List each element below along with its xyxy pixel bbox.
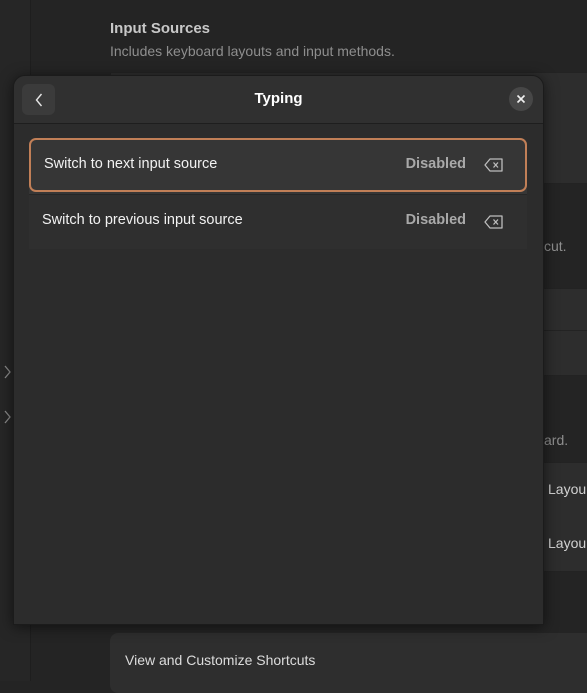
backspace-icon[interactable] — [484, 158, 504, 172]
shortcut-list: Switch to next input source Disabled Swi… — [29, 138, 527, 249]
shortcut-row-next-input-source[interactable]: Switch to next input source Disabled — [29, 138, 527, 192]
shortcut-label: Switch to previous input source — [42, 212, 243, 228]
input-sources-title: Input Sources — [110, 20, 211, 37]
close-button[interactable] — [509, 87, 533, 111]
backspace-icon[interactable] — [484, 215, 504, 229]
shortcut-label: Switch to next input source — [44, 156, 218, 172]
shortcut-row-previous-input-source[interactable]: Switch to previous input source Disabled — [29, 194, 527, 249]
chevron-right-icon[interactable] — [4, 410, 12, 424]
chevron-right-icon[interactable] — [4, 365, 12, 379]
dialog-header: Typing — [14, 76, 543, 124]
shortcut-value: Disabled — [405, 212, 466, 228]
layout-label[interactable]: Layou — [548, 481, 586, 497]
description-fragment: cut. — [544, 238, 567, 254]
view-customize-shortcuts-link[interactable]: View and Customize Shortcuts — [125, 652, 315, 668]
typing-dialog: Typing Switch to next input source Disab… — [13, 75, 544, 625]
close-icon — [516, 94, 526, 104]
shortcut-value: Disabled — [405, 156, 466, 172]
layout-label[interactable]: Layou — [548, 535, 586, 551]
description-fragment: ard. — [544, 432, 569, 448]
dialog-title: Typing — [254, 90, 303, 107]
input-sources-subtitle: Includes keyboard layouts and input meth… — [110, 43, 395, 59]
